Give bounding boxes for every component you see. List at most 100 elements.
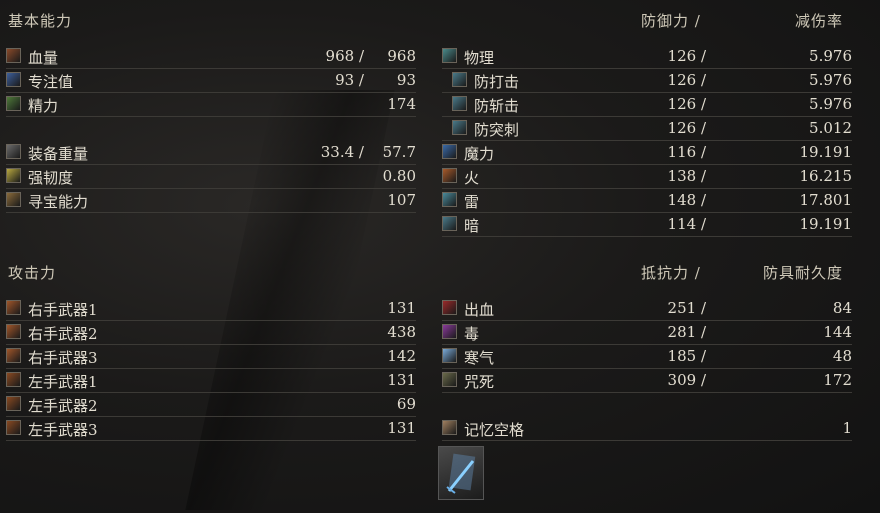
stat-value-primary: 148 / [667, 191, 706, 209]
stat-label: 右手武器3 [28, 349, 98, 367]
stamina-icon [6, 96, 21, 111]
stat-value: 16.215 [799, 167, 853, 185]
stat-value: 968 [387, 47, 416, 65]
stat-label: 精力 [28, 97, 59, 115]
stat-row[interactable]: 火 138 / 16.215 [442, 165, 852, 189]
attunement-icon [442, 420, 457, 435]
stat-label: 寒气 [464, 349, 495, 367]
stat-row[interactable]: 物理 126 / 5.976 [442, 45, 852, 69]
stat-row[interactable]: 血量 968 / 968 [6, 45, 416, 69]
stat-label: 寻宝能力 [28, 193, 89, 211]
stat-value: 93 [396, 71, 416, 89]
stat-label: 物理 [464, 49, 495, 67]
stat-value: 5.012 [809, 119, 852, 137]
stat-value: 131 [387, 371, 416, 389]
stat-row[interactable]: 防突刺 126 / 5.012 [442, 117, 852, 141]
curse-icon [442, 372, 457, 387]
stat-value: 84 [832, 299, 852, 317]
stat-value: 57.7 [382, 143, 416, 161]
durability-header: 防具耐久度 [763, 264, 844, 282]
stat-value: 131 [387, 299, 416, 317]
equipped-item-slot[interactable] [438, 446, 484, 500]
stat-label: 强韧度 [28, 169, 74, 187]
stat-row[interactable]: 左手武器2 69 [6, 393, 416, 417]
stat-row[interactable]: 右手武器2 438 [6, 321, 416, 345]
stat-row[interactable]: 左手武器3 131 [6, 417, 416, 441]
attack-header: 攻击力 [8, 264, 57, 282]
stat-label: 雷 [464, 193, 480, 211]
stat-row[interactable]: 左手武器1 131 [6, 369, 416, 393]
left-weapon-icon [6, 372, 21, 387]
dark-icon [442, 216, 457, 231]
stat-row[interactable]: 强韧度 0.80 [6, 165, 416, 189]
absorption-header: 减伤率 [795, 12, 844, 30]
stat-row[interactable]: 寒气 185 / 48 [442, 345, 852, 369]
stat-value: 5.976 [809, 47, 852, 65]
stat-value: 48 [832, 347, 852, 365]
thrust-icon [452, 120, 467, 135]
stat-row[interactable]: 出血 251 / 84 [442, 297, 852, 321]
stat-label: 魔力 [464, 145, 495, 163]
stat-row[interactable]: 右手武器3 142 [6, 345, 416, 369]
stat-label: 火 [464, 169, 480, 187]
frost-icon [442, 348, 457, 363]
stat-row[interactable]: 防斩击 126 / 5.976 [442, 93, 852, 117]
stat-value-primary: 126 / [667, 119, 706, 137]
physical-icon [442, 48, 457, 63]
stat-label: 右手武器1 [28, 301, 98, 319]
stat-value-primary: 185 / [667, 347, 706, 365]
fp-icon [6, 72, 21, 87]
bleed-icon [442, 300, 457, 315]
slash-icon [452, 96, 467, 111]
stat-row[interactable]: 暗 114 / 19.191 [442, 213, 852, 237]
strike-icon [452, 72, 467, 87]
right-weapon-icon [6, 300, 21, 315]
lightning-icon [442, 192, 457, 207]
stat-row[interactable]: 精力 174 [6, 93, 416, 117]
stat-label: 防突刺 [474, 121, 520, 139]
right-weapon-icon [6, 348, 21, 363]
stat-value-primary: 251 / [667, 299, 706, 317]
stat-value: 5.976 [809, 71, 852, 89]
stat-label: 左手武器1 [28, 373, 98, 391]
stat-row[interactable]: 寻宝能力 107 [6, 189, 416, 213]
left-weapon-icon [6, 420, 21, 435]
stat-value-primary: 126 / [667, 71, 706, 89]
stat-value-primary: 116 / [667, 143, 706, 161]
stat-value: 17.801 [799, 191, 853, 209]
right-weapon-icon [6, 324, 21, 339]
stat-value-primary: 281 / [667, 323, 706, 341]
stat-row[interactable]: 装备重量 33.4 / 57.7 [6, 141, 416, 165]
basic-stats-header: 基本能力 [8, 12, 73, 30]
stat-row[interactable]: 记忆空格 1 [442, 417, 852, 441]
stat-value: 144 [823, 323, 852, 341]
stat-value: 174 [387, 95, 416, 113]
stat-label: 出血 [464, 301, 495, 319]
resistance-header: 抵抗力 / [641, 264, 701, 282]
stat-value: 5.976 [809, 95, 852, 113]
stat-value: 1 [842, 419, 852, 437]
stat-value: 19.191 [799, 143, 853, 161]
stat-row[interactable]: 咒死 309 / 172 [442, 369, 852, 393]
stat-value-primary: 126 / [667, 47, 706, 65]
stat-value-primary: 93 / [335, 71, 364, 89]
stat-label: 左手武器2 [28, 397, 98, 415]
stat-row[interactable]: 右手武器1 131 [6, 297, 416, 321]
stat-label: 防斩击 [474, 97, 520, 115]
stat-row[interactable]: 魔力 116 / 19.191 [442, 141, 852, 165]
stat-label: 毒 [464, 325, 480, 343]
stat-row[interactable]: 毒 281 / 144 [442, 321, 852, 345]
stat-row[interactable]: 专注值 93 / 93 [6, 69, 416, 93]
stat-label: 暗 [464, 217, 480, 235]
stat-row[interactable]: 雷 148 / 17.801 [442, 189, 852, 213]
stat-value: 131 [387, 419, 416, 437]
stat-value: 142 [387, 347, 416, 365]
left-weapon-icon [6, 396, 21, 411]
stat-label: 防打击 [474, 73, 520, 91]
fire-icon [442, 168, 457, 183]
stat-row[interactable]: 防打击 126 / 5.976 [442, 69, 852, 93]
stat-label: 血量 [28, 49, 59, 67]
hp-icon [6, 48, 21, 63]
stat-value-primary: 33.4 / [320, 143, 364, 161]
sword-icon [446, 453, 476, 494]
